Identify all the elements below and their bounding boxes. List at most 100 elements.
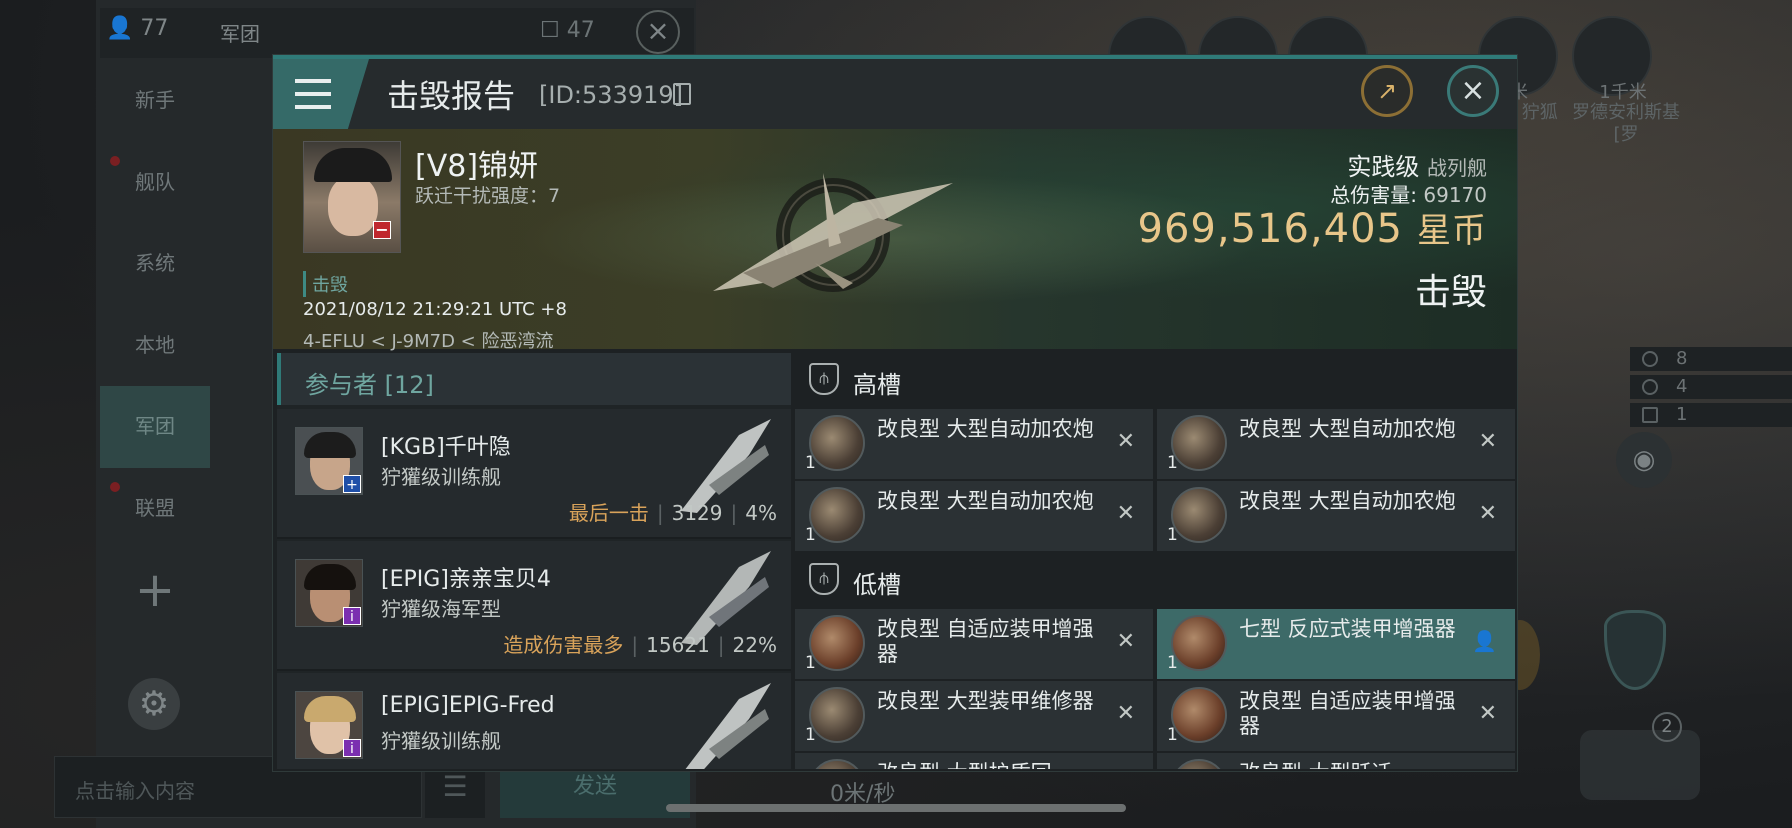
victim-ship-image	[713, 173, 953, 292]
close-icon[interactable]: ✕	[1479, 701, 1497, 726]
module-quantity: 1	[1167, 725, 1178, 745]
channel-item-corp[interactable]: 军团	[100, 386, 210, 468]
victim-name[interactable]: [V8]锦妍	[415, 141, 538, 185]
notification-dot	[110, 155, 120, 166]
module-name: 改良型 自适应装甲增强器	[1239, 689, 1456, 738]
participant-row[interactable]: i [EPIG]亲亲宝贝4 狞獾级海军型 造成伤害最多 | 15621 | 22%	[277, 541, 791, 671]
hud-stat: 4	[1630, 375, 1792, 399]
target-icon	[1642, 351, 1658, 367]
autocannon-icon	[809, 487, 865, 543]
chat-top-bar	[100, 8, 694, 58]
channel-item-local[interactable]: 本地	[100, 305, 210, 387]
module-name: 改良型 自适应装甲增强器	[877, 617, 1094, 666]
kill-report-dialog: 击毁报告 [ID:533919] ↗ × − [V8]锦妍 跃迁干扰强度：7 击…	[272, 54, 1518, 772]
module-quantity: 1	[1167, 453, 1178, 473]
menu-button[interactable]	[273, 59, 369, 129]
chat-channel-title: 军团	[220, 22, 260, 46]
report-title: 击毁报告	[387, 77, 516, 115]
channel-list: 新手 舰队 系统 本地 军团 联盟	[100, 60, 210, 549]
module-quantity: 1	[1167, 525, 1178, 545]
close-icon[interactable]: ×	[1447, 65, 1499, 117]
close-icon[interactable]: ✕	[1117, 629, 1135, 654]
participant-name: [KGB]千叶隐	[381, 435, 511, 460]
close-icon[interactable]: ✕	[1117, 701, 1135, 726]
module-name: 七型 反应式装甲增强器	[1239, 617, 1456, 641]
module-quantity: 1	[805, 525, 816, 545]
module-icon	[1171, 759, 1227, 769]
hud-stat: 1	[1630, 403, 1792, 427]
participant-ship: 狞獾级海军型	[381, 597, 501, 621]
copy-icon[interactable]	[673, 83, 691, 105]
channel-item-newbie[interactable]: 新手	[100, 60, 210, 142]
module-name: 改良型 大型跃迁	[1239, 761, 1459, 769]
corp-badge-icon: i	[343, 739, 361, 757]
kill-tag: 击毁	[303, 271, 348, 297]
member-count[interactable]: 👤 77	[106, 16, 168, 41]
square-icon	[1642, 407, 1658, 423]
module-quantity: 1	[805, 453, 816, 473]
target-name: 罗德安利斯基 [罗	[1572, 102, 1680, 145]
module-item[interactable]: 1 改良型 大型自动加农炮 ✕	[795, 409, 1153, 479]
module-item[interactable]: 1 七型 反应式装甲增强器 👤	[1157, 609, 1515, 679]
module-item[interactable]: 1 改良型 大型装甲维修器 ✕	[795, 681, 1153, 751]
avatar-hair	[304, 696, 356, 722]
high-slot-header: ⫛ 高槽	[795, 353, 1517, 405]
chat-unread-count: ☐ 47	[540, 18, 595, 43]
isk-value: 969,516,405 星币	[1137, 206, 1487, 252]
participant-ship-image	[685, 683, 771, 769]
close-icon[interactable]: ✕	[1479, 501, 1497, 526]
close-icon[interactable]: ✕	[1117, 501, 1135, 526]
eye-icon[interactable]: ◉	[1616, 432, 1672, 488]
participant-name: [EPIG]亲亲宝贝4	[381, 567, 551, 592]
close-icon[interactable]: ✕	[1479, 429, 1497, 454]
report-header: 击毁报告 [ID:533919] ↗ ×	[273, 59, 1517, 129]
settings-gear-icon[interactable]: ⚙	[128, 678, 180, 730]
add-channel-icon[interactable]: +	[110, 550, 200, 630]
fleet-badge-icon: +	[343, 475, 361, 493]
person-icon[interactable]: 👤	[1472, 629, 1497, 653]
participant-row[interactable]: + [KGB]千叶隐 狞獾级训练舰 最后一击 | 3129 | 4%	[277, 409, 791, 539]
channel-item-alliance[interactable]: 联盟	[100, 468, 210, 550]
drone-count: 2	[1652, 712, 1682, 742]
participant-stats: 最后一击 | 3129 | 4%	[568, 501, 777, 525]
channel-item-system[interactable]: 系统	[100, 223, 210, 305]
participant-row[interactable]: i [EPIG]EPIG-Fred 狞獾级训练舰	[277, 673, 791, 769]
participants-panel: 参与者 [12] + [KGB]千叶隐 狞獾级训练舰 最后一击 | 3129 | 4% …	[277, 353, 791, 769]
avatar-cap	[314, 148, 392, 182]
module-item[interactable]: 改良型 大型跃迁	[1157, 753, 1515, 769]
module-item[interactable]: 改良型 大型护盾回	[795, 753, 1153, 769]
module-icon	[809, 759, 865, 769]
close-icon[interactable]: ✕	[1117, 429, 1135, 454]
module-item[interactable]: 1 改良型 自适应装甲增强器 ✕	[1157, 681, 1515, 751]
fitting-panel: ⫛ 高槽 1 改良型 大型自动加农炮 ✕ 1 改良型 大型自动加农炮 ✕ 1 改…	[795, 353, 1517, 769]
target-range: 1千米	[1599, 82, 1647, 103]
module-item[interactable]: 1 改良型 自适应装甲增强器 ✕	[795, 609, 1153, 679]
autocannon-icon	[1171, 487, 1227, 543]
home-indicator[interactable]	[666, 804, 1126, 812]
kill-location[interactable]: 4-EFLU < J-9M7D < 险恶湾流	[303, 327, 554, 353]
warp-scramble-strength: 跃迁干扰强度：7	[415, 185, 561, 207]
hostile-badge-icon: −	[373, 221, 391, 239]
drone-icon[interactable]	[1580, 730, 1700, 800]
kill-timestamp: 2021/08/12 21:29:21 UTC +8	[303, 299, 567, 320]
module-name: 改良型 大型护盾回	[877, 761, 1097, 769]
victim-banner: − [V8]锦妍 跃迁干扰强度：7 击毁 2021/08/12 21:29:21…	[273, 129, 1517, 352]
participant-ship: 狞獾级训练舰	[381, 729, 501, 753]
module-name: 改良型 大型自动加农炮	[877, 417, 1094, 441]
avatar-face	[328, 176, 378, 236]
autocannon-icon	[809, 415, 865, 471]
notification-dot	[110, 481, 120, 492]
chat-close-icon[interactable]: ×	[636, 10, 680, 54]
module-item[interactable]: 1 改良型 大型自动加农炮 ✕	[1157, 409, 1515, 479]
channel-item-fleet[interactable]: 舰队	[100, 142, 210, 224]
share-icon[interactable]: ↗	[1361, 65, 1413, 117]
participant-name: [EPIG]EPIG-Fred	[381, 693, 555, 718]
hamburger-icon	[295, 79, 331, 109]
module-item[interactable]: 1 改良型 大型自动加农炮 ✕	[795, 481, 1153, 551]
module-item[interactable]: 1 改良型 大型自动加农炮 ✕	[1157, 481, 1515, 551]
participant-stats: 造成伤害最多 | 15621 | 22%	[503, 633, 777, 657]
armor-hardener-icon	[1171, 615, 1227, 671]
module-name: 改良型 大型装甲维修器	[877, 689, 1094, 713]
low-slot-label: 低槽	[853, 571, 901, 599]
participant-ship: 狞獾级训练舰	[381, 465, 501, 489]
